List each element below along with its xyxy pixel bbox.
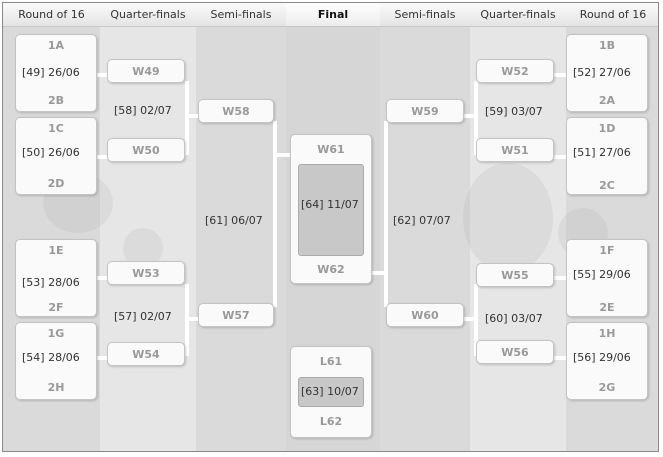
match-date: [53] 28/06 — [22, 276, 80, 289]
connector — [463, 114, 478, 118]
qf-slot-w52[interactable]: W52 — [476, 59, 554, 83]
header-semi-finals-right: Semi-finals — [380, 3, 470, 27]
sf-slot-w60[interactable]: W60 — [386, 303, 464, 327]
match-date-62: [62] 07/07 — [393, 214, 451, 227]
header-quarter-finals-right: Quarter-finals — [470, 3, 566, 27]
qf-slot-w54[interactable]: W54 — [107, 342, 185, 366]
team-label: 2E — [599, 301, 615, 314]
qf-slot-w49[interactable]: W49 — [107, 59, 185, 83]
team-label: 2H — [47, 381, 65, 394]
team-label: 1E — [48, 244, 64, 257]
header-semi-finals-left: Semi-finals — [196, 3, 286, 27]
team-label: 2B — [47, 94, 65, 107]
team-label: 1F — [599, 244, 615, 257]
team-label: W59 — [411, 105, 439, 118]
connector — [185, 81, 189, 155]
team-label: W58 — [222, 105, 250, 118]
match-date-60: [60] 03/07 — [485, 312, 543, 325]
match-date-58: [58] 02/07 — [114, 104, 172, 117]
match-date: [49] 26/06 — [22, 66, 80, 79]
team-label: 2D — [47, 177, 65, 190]
connector — [384, 121, 388, 307]
third-place-match-card[interactable]: L61 [63] 10/07 L62 — [290, 346, 372, 438]
match-date: [51] 27/06 — [573, 146, 631, 159]
team-label: 2C — [599, 179, 615, 192]
team-label: W50 — [132, 144, 160, 157]
team-label: W53 — [132, 267, 160, 280]
connector — [273, 121, 277, 307]
connector — [273, 153, 290, 157]
team-label: 1C — [48, 122, 64, 135]
final-match-card[interactable]: W61 [64] 11/07 W62 — [290, 134, 372, 284]
match-date: [54] 28/06 — [22, 351, 80, 364]
header-round-of-16-left: Round of 16 — [3, 3, 100, 27]
background-figure — [463, 163, 553, 273]
team-label: W52 — [501, 65, 529, 78]
match-card-49[interactable]: 1A [49] 26/06 2B — [15, 34, 97, 112]
match-date-63: [63] 10/07 — [301, 385, 359, 398]
match-date-57: [57] 02/07 — [114, 310, 172, 323]
team-label: W56 — [501, 346, 529, 359]
team-label: 2A — [598, 94, 616, 107]
match-card-55[interactable]: 1F [55] 29/06 2E — [566, 239, 648, 317]
header-final: Final — [286, 3, 380, 27]
team-label: W62 — [317, 263, 345, 276]
team-label: 2F — [48, 301, 64, 314]
team-label: W49 — [132, 65, 160, 78]
sf-slot-w57[interactable]: W57 — [198, 303, 274, 327]
match-card-50[interactable]: 1C [50] 26/06 2D — [15, 117, 97, 195]
column-bg — [380, 3, 470, 451]
team-label: 1A — [47, 39, 65, 52]
match-card-56[interactable]: 1H [56] 29/06 2G — [566, 322, 648, 400]
team-label: W57 — [222, 309, 250, 322]
qf-slot-w50[interactable]: W50 — [107, 138, 185, 162]
team-label: W60 — [411, 309, 439, 322]
team-label: 2G — [598, 381, 616, 394]
bracket-panel: Round of 16 Quarter-finals Semi-finals F… — [2, 2, 659, 452]
final-date-panel: [64] 11/07 — [298, 164, 364, 256]
team-label: W51 — [501, 144, 529, 157]
team-label: L61 — [319, 355, 343, 368]
match-card-51[interactable]: 1D [51] 27/06 2C — [566, 117, 648, 195]
header-round-of-16-right: Round of 16 — [566, 3, 658, 27]
match-card-53[interactable]: 1E [53] 28/06 2F — [15, 239, 97, 317]
qf-slot-w55[interactable]: W55 — [476, 263, 554, 287]
match-date-64: [64] 11/07 — [301, 198, 359, 211]
match-date-59: [59] 03/07 — [485, 105, 543, 118]
match-card-54[interactable]: 1G [54] 28/06 2H — [15, 322, 97, 400]
header-quarter-finals-left: Quarter-finals — [100, 3, 196, 27]
qf-slot-w56[interactable]: W56 — [476, 340, 554, 364]
team-label: W54 — [132, 348, 160, 361]
match-date-61: [61] 06/07 — [205, 214, 263, 227]
team-label: L62 — [319, 415, 343, 428]
match-card-52[interactable]: 1B [52] 27/06 2A — [566, 34, 648, 112]
qf-slot-w53[interactable]: W53 — [107, 261, 185, 285]
connector — [371, 271, 388, 275]
sf-slot-w58[interactable]: W58 — [198, 99, 274, 123]
team-label: W55 — [501, 269, 529, 282]
qf-slot-w51[interactable]: W51 — [476, 138, 554, 162]
team-label: 1G — [47, 327, 65, 340]
team-label: 1B — [598, 39, 616, 52]
team-label: W61 — [317, 143, 345, 156]
third-place-date-panel: [63] 10/07 — [298, 377, 364, 407]
match-date: [52] 27/06 — [573, 66, 631, 79]
match-date: [50] 26/06 — [22, 146, 80, 159]
match-date: [56] 29/06 — [573, 351, 631, 364]
team-label: 1H — [598, 327, 616, 340]
team-label: 1D — [598, 122, 616, 135]
match-date: [55] 29/06 — [573, 268, 631, 281]
connector — [463, 317, 478, 321]
sf-slot-w59[interactable]: W59 — [386, 99, 464, 123]
